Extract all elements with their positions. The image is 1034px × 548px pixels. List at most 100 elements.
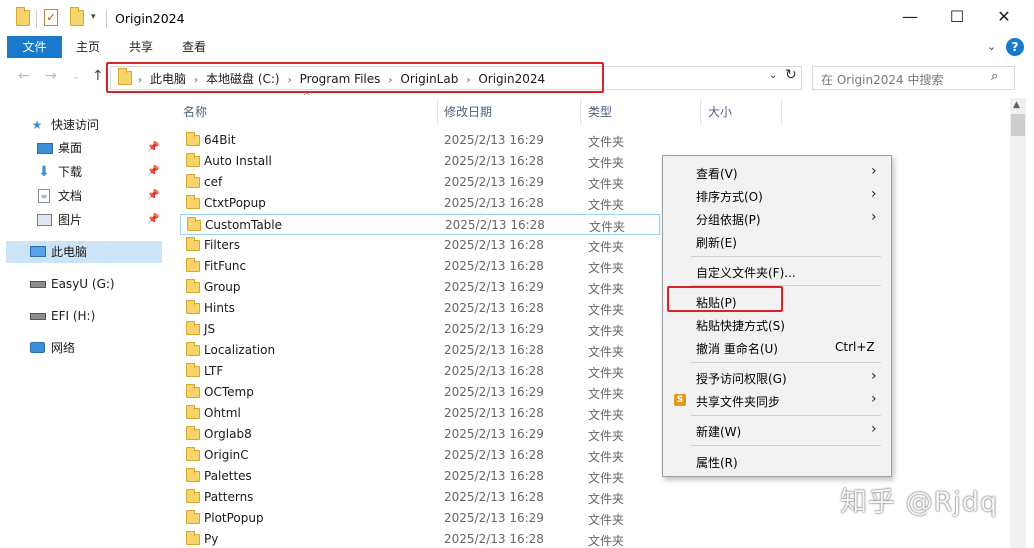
table-row[interactable]: Orglab8 2025/2/13 16:29 文件夹 [180, 424, 660, 445]
sidebar-item-quick-access[interactable]: ★ 快速访问 [0, 114, 162, 136]
menu-item-refresh[interactable]: 刷新(E) [663, 230, 891, 252]
sidebar-item-network[interactable]: 网络 [0, 337, 162, 359]
menu-item-give-access[interactable]: 授予访问权限(G) › [663, 366, 891, 388]
file-type: 文件夹 [588, 387, 625, 401]
tab-home[interactable]: 主页 [76, 36, 100, 58]
menu-item-new[interactable]: 新建(W) › [663, 419, 891, 441]
column-divider[interactable] [700, 99, 701, 125]
column-header-size[interactable]: 大小 [708, 103, 732, 120]
chevron-right-icon: › [871, 186, 877, 202]
recent-locations-icon[interactable]: ⌄ [72, 72, 80, 82]
scroll-up-icon[interactable]: ▲ [1013, 100, 1020, 110]
column-header-type[interactable]: 类型 [588, 103, 612, 120]
table-row[interactable]: Ohtml 2025/2/13 16:28 文件夹 [180, 403, 660, 424]
table-row[interactable]: 64Bit 2025/2/13 16:29 文件夹 [180, 130, 660, 151]
tab-file[interactable]: 文件 [7, 36, 62, 58]
menu-item-shared-folder-sync[interactable]: S 共享文件夹同步 › [663, 389, 891, 411]
new-folder-icon[interactable] [70, 7, 84, 26]
sidebar-item-label: 快速访问 [51, 118, 100, 132]
file-date: 2025/2/13 16:28 [444, 448, 544, 462]
sidebar-item-documents[interactable]: ≡ 文档 📌 [0, 185, 162, 207]
desktop-icon [37, 143, 53, 154]
table-row[interactable]: Patterns 2025/2/13 16:28 文件夹 [180, 487, 660, 508]
column-header-date[interactable]: 修改日期 [444, 103, 492, 120]
table-row[interactable]: Palettes 2025/2/13 16:28 文件夹 [180, 466, 660, 487]
table-row[interactable]: JS 2025/2/13 16:29 文件夹 [180, 319, 660, 340]
back-button[interactable]: ← [18, 68, 30, 84]
table-row[interactable]: OriginC 2025/2/13 16:28 文件夹 [180, 445, 660, 466]
folder-icon [186, 321, 200, 335]
folder-icon [186, 258, 200, 272]
close-button[interactable]: ✕ [984, 6, 1024, 30]
pin-icon[interactable]: 📌 [147, 185, 159, 207]
file-type: 文件夹 [588, 240, 625, 254]
properties-icon[interactable]: ✓ [44, 9, 58, 26]
help-icon[interactable]: ? [1006, 38, 1024, 56]
folder-icon [186, 363, 200, 377]
file-type: 文件夹 [588, 345, 625, 359]
table-row[interactable]: Auto Install 2025/2/13 16:28 文件夹 [180, 151, 660, 172]
chevron-right-icon: › [871, 163, 877, 179]
navigation-pane: ★ 快速访问 桌面 📌 ⬇ 下载 📌 ≡ 文档 📌 图片 📌 此电脑 EasyU… [0, 96, 170, 548]
table-row[interactable]: Py 2025/2/13 16:28 文件夹 [180, 529, 660, 548]
sidebar-item-label: 桌面 [58, 141, 83, 155]
quick-access-dropdown-icon[interactable]: ▾ [91, 12, 96, 22]
menu-item-properties[interactable]: 属性(R) [663, 450, 891, 472]
table-row[interactable]: Hints 2025/2/13 16:28 文件夹 [180, 298, 660, 319]
pin-icon[interactable]: 📌 [147, 209, 159, 231]
maximize-button[interactable]: ☐ [937, 6, 977, 30]
refresh-icon[interactable]: ↻ [785, 67, 797, 83]
column-divider[interactable] [580, 99, 581, 125]
file-name: CustomTable [205, 218, 283, 232]
column-divider[interactable] [437, 99, 438, 125]
menu-item-customize-folder[interactable]: 自定义文件夹(F)... [663, 260, 891, 282]
menu-item-undo-rename[interactable]: 撤消 重命名(U) Ctrl+Z [663, 336, 891, 358]
tab-share[interactable]: 共享 [129, 36, 153, 58]
scrollbar-thumb[interactable] [1011, 114, 1025, 136]
up-button[interactable]: ↑ [92, 68, 104, 84]
minimize-button[interactable]: — [890, 6, 930, 30]
file-date: 2025/2/13 16:29 [444, 322, 544, 336]
sidebar-item-efi[interactable]: EFI (H:) [0, 305, 162, 327]
search-icon[interactable]: ⌕ [991, 69, 998, 84]
file-date: 2025/2/13 16:28 [444, 238, 544, 252]
table-row[interactable]: CustomTable 2025/2/13 16:28 文件夹 [180, 214, 660, 235]
folder-icon [186, 510, 200, 524]
paste-highlight-box [667, 286, 783, 312]
table-row[interactable]: Filters 2025/2/13 16:28 文件夹 [180, 235, 660, 256]
table-row[interactable]: OCTemp 2025/2/13 16:29 文件夹 [180, 382, 660, 403]
address-highlight-box [106, 62, 604, 93]
menu-item-paste-shortcut[interactable]: 粘贴快捷方式(S) [663, 313, 891, 335]
menu-item-sort-by[interactable]: 排序方式(O) › [663, 184, 891, 206]
chevron-down-icon[interactable]: ⌄ [987, 40, 996, 53]
file-type: 文件夹 [588, 366, 625, 380]
column-header-name[interactable]: 名称 [183, 103, 207, 120]
pin-icon[interactable]: 📌 [147, 161, 159, 183]
sidebar-item-easyu[interactable]: EasyU (G:) [0, 273, 162, 295]
sidebar-item-label: 图片 [58, 213, 83, 227]
forward-button[interactable]: → [45, 68, 57, 84]
tab-view[interactable]: 查看 [182, 36, 206, 58]
address-dropdown-icon[interactable]: ⌄ [769, 70, 777, 81]
folder-icon [16, 7, 30, 26]
sidebar-item-downloads[interactable]: ⬇ 下载 📌 [0, 161, 162, 183]
table-row[interactable]: FitFunc 2025/2/13 16:28 文件夹 [180, 256, 660, 277]
menu-item-view[interactable]: 查看(V) › [663, 161, 891, 183]
table-row[interactable]: cef 2025/2/13 16:29 文件夹 [180, 172, 660, 193]
table-row[interactable]: Localization 2025/2/13 16:28 文件夹 [180, 340, 660, 361]
sidebar-item-desktop[interactable]: 桌面 📌 [0, 137, 162, 159]
vertical-scrollbar[interactable] [1010, 98, 1026, 548]
table-row[interactable]: PlotPopup 2025/2/13 16:29 文件夹 [180, 508, 660, 529]
file-name: Hints [204, 301, 235, 315]
sidebar-item-pictures[interactable]: 图片 📌 [0, 209, 162, 231]
file-date: 2025/2/13 16:28 [444, 490, 544, 504]
menu-item-label: 查看(V) [696, 167, 738, 181]
table-row[interactable]: CtxtPopup 2025/2/13 16:28 文件夹 [180, 193, 660, 214]
table-row[interactable]: LTF 2025/2/13 16:28 文件夹 [180, 361, 660, 382]
pin-icon[interactable]: 📌 [147, 137, 159, 159]
menu-item-group-by[interactable]: 分组依据(P) › [663, 207, 891, 229]
sidebar-item-this-pc[interactable]: 此电脑 [6, 241, 162, 263]
file-type: 文件夹 [588, 198, 625, 212]
column-divider[interactable] [781, 99, 782, 125]
table-row[interactable]: Group 2025/2/13 16:29 文件夹 [180, 277, 660, 298]
